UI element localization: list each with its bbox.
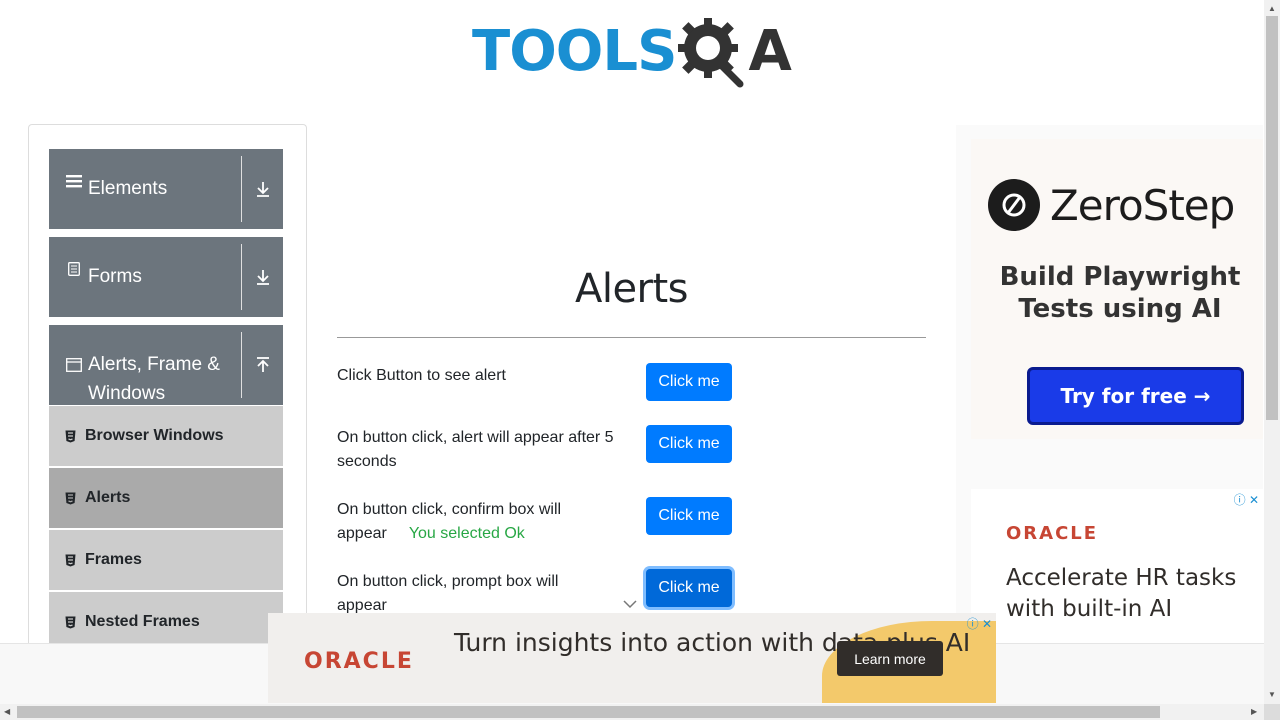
sidebar-item-label: Frames — [85, 551, 142, 568]
left-sidebar: Elements Forms Alerts, Frame & Windows B… — [28, 124, 307, 664]
group-forms[interactable]: Forms — [49, 237, 283, 317]
scrollbar-corner — [1264, 704, 1280, 720]
sidebar-item-alerts[interactable]: Alerts — [49, 468, 283, 530]
page-title: Alerts — [574, 266, 689, 312]
zerostep-logo: ZeroStep — [988, 179, 1235, 231]
scroll-left-icon[interactable]: ◀ — [4, 707, 10, 716]
sidebar-item-label: Nested Frames — [85, 613, 200, 630]
oracle-bottom-ad[interactable]: ⓘ ✕ ORACLE Turn insights into action wit… — [268, 613, 996, 703]
sidebar-item-frames[interactable]: Frames — [49, 530, 283, 592]
group-elements[interactable]: Elements — [49, 149, 283, 229]
oracle-logo: ORACLE — [304, 649, 414, 674]
group-alerts-frame-windows[interactable]: Alerts, Frame & Windows — [49, 325, 283, 405]
alert-row-text: Click Button to see alert — [337, 367, 506, 384]
sidebar-item-browser-windows[interactable]: Browser Windows — [49, 406, 283, 468]
scroll-right-icon[interactable]: ▶ — [1251, 707, 1257, 716]
horizontal-scroll-thumb[interactable] — [17, 706, 1160, 718]
scroll-up-icon[interactable]: ▲ — [1268, 4, 1276, 13]
try-for-free-button[interactable]: Try for free → — [1027, 367, 1244, 425]
logo-text-a: A — [748, 19, 791, 84]
html5-icon — [65, 430, 79, 443]
confirm-row: On button click, confirm box will appear… — [337, 498, 637, 546]
sidebar-item-label: Browser Windows — [85, 427, 224, 444]
html5-icon — [65, 554, 79, 567]
zerostep-ad[interactable]: ZeroStep Build Playwright Tests using AI… — [971, 139, 1263, 439]
title-divider — [337, 337, 926, 338]
oracle-side-ad[interactable]: ⓘ ✕ ORACLE Accelerate HR tasks with buil… — [971, 489, 1263, 645]
download-icon[interactable] — [241, 244, 283, 310]
group-label: Alerts, Frame & Windows — [88, 354, 220, 404]
upload-icon[interactable] — [241, 332, 283, 398]
html5-icon — [65, 492, 79, 505]
timer-alert-button[interactable]: Click me — [646, 425, 732, 463]
confirm-result: You selected Ok — [408, 525, 525, 542]
submenu-alerts-frame-windows: Browser Windows Alerts Frames Nested Fra… — [49, 406, 283, 654]
alert-button[interactable]: Click me — [646, 363, 732, 401]
ad-close-icon[interactable]: ⓘ ✕ — [967, 615, 992, 632]
html5-icon — [65, 616, 79, 629]
oracle-logo: ORACLE — [1006, 523, 1099, 544]
zerostep-name: ZeroStep — [1050, 180, 1235, 230]
learn-more-button[interactable]: Learn more — [837, 641, 943, 676]
menu-icon — [66, 174, 82, 188]
prompt-button[interactable]: Click me — [646, 569, 732, 607]
sidebar-item-label: Alerts — [85, 489, 131, 506]
right-ad-column: ZeroStep Build Playwright Tests using AI… — [956, 125, 1263, 645]
oracle-side-ad-text: Accelerate HR tasks with built-in AI — [1006, 565, 1237, 622]
scroll-down-icon[interactable]: ▼ — [1268, 690, 1276, 699]
chevron-down-icon[interactable] — [622, 598, 638, 610]
timer-alert-row-text: On button click, alert will appear after… — [337, 429, 614, 470]
confirm-button[interactable]: Click me — [646, 497, 732, 535]
prompt-row-text: On button click, prompt box will appear — [337, 573, 559, 614]
ad-choices-icon[interactable]: ⓘ ✕ — [1234, 491, 1259, 508]
group-label: Forms — [88, 266, 142, 287]
document-icon — [66, 262, 82, 276]
logo-text-tools: TOOLS — [472, 19, 677, 84]
gear-magnifier-icon — [678, 18, 744, 88]
download-icon[interactable] — [241, 156, 283, 222]
window-icon — [66, 350, 82, 372]
zerostep-mark-icon — [988, 179, 1040, 231]
group-label: Elements — [88, 178, 168, 199]
zerostep-tagline: Build Playwright Tests using AI — [999, 262, 1241, 324]
toolsqa-logo[interactable]: TOOLS A — [472, 14, 794, 90]
horizontal-scrollbar[interactable]: ◀ ▶ — [0, 704, 1264, 720]
vertical-scroll-thumb[interactable] — [1266, 16, 1278, 420]
vertical-scrollbar[interactable]: ▲ ▼ — [1264, 0, 1280, 704]
